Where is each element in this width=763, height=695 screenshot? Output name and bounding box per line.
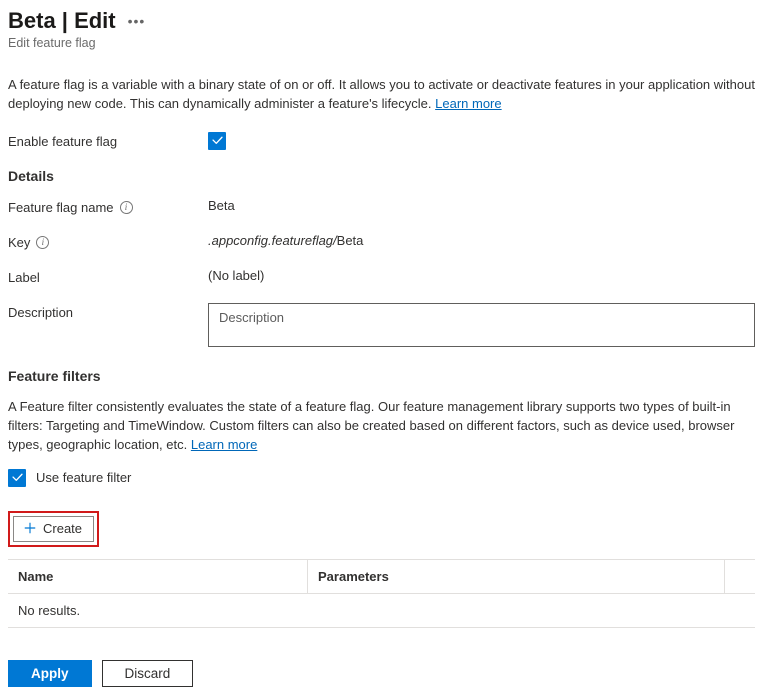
flag-name-value: Beta bbox=[208, 198, 755, 213]
table-row: No results. bbox=[8, 594, 755, 627]
enable-flag-checkbox[interactable] bbox=[208, 132, 226, 150]
filters-text: A Feature filter consistently evaluates … bbox=[8, 398, 755, 455]
filters-body: A Feature filter consistently evaluates … bbox=[8, 399, 734, 452]
filters-table: Name Parameters No results. bbox=[8, 559, 755, 628]
key-value: .appconfig.featureflag/Beta bbox=[208, 233, 755, 248]
plus-icon bbox=[23, 521, 37, 535]
use-filter-checkbox[interactable] bbox=[8, 469, 26, 487]
intro-text: A feature flag is a variable with a bina… bbox=[8, 76, 755, 114]
flag-name-label: Feature flag name bbox=[8, 200, 114, 215]
info-icon[interactable]: i bbox=[36, 236, 49, 249]
filters-learn-more-link[interactable]: Learn more bbox=[191, 437, 257, 452]
col-name-header[interactable]: Name bbox=[8, 560, 308, 593]
check-icon bbox=[11, 471, 24, 484]
page-subtitle: Edit feature flag bbox=[8, 36, 755, 50]
more-icon[interactable]: ••• bbox=[128, 13, 146, 29]
col-actions-header bbox=[725, 560, 755, 593]
col-params-header[interactable]: Parameters bbox=[308, 560, 725, 593]
key-prefix: .appconfig.featureflag/ bbox=[208, 233, 337, 248]
create-button-label: Create bbox=[43, 521, 82, 536]
enable-flag-label: Enable feature flag bbox=[8, 132, 208, 149]
intro-body: A feature flag is a variable with a bina… bbox=[8, 77, 755, 111]
page-title: Beta | Edit bbox=[8, 8, 116, 34]
details-section-title: Details bbox=[8, 168, 755, 184]
key-label: Key bbox=[8, 235, 30, 250]
empty-row-text: No results. bbox=[8, 594, 90, 627]
create-button[interactable]: Create bbox=[13, 516, 94, 542]
label-label: Label bbox=[8, 268, 208, 285]
apply-button[interactable]: Apply bbox=[8, 660, 92, 687]
description-input[interactable] bbox=[208, 303, 755, 347]
intro-learn-more-link[interactable]: Learn more bbox=[435, 96, 501, 111]
filters-section-title: Feature filters bbox=[8, 368, 755, 384]
key-suffix: Beta bbox=[337, 233, 364, 248]
discard-button[interactable]: Discard bbox=[102, 660, 194, 687]
create-highlight: Create bbox=[8, 511, 99, 547]
check-icon bbox=[211, 134, 224, 147]
info-icon[interactable]: i bbox=[120, 201, 133, 214]
description-label: Description bbox=[8, 303, 208, 320]
label-value: (No label) bbox=[208, 268, 755, 283]
use-filter-label: Use feature filter bbox=[36, 470, 131, 485]
